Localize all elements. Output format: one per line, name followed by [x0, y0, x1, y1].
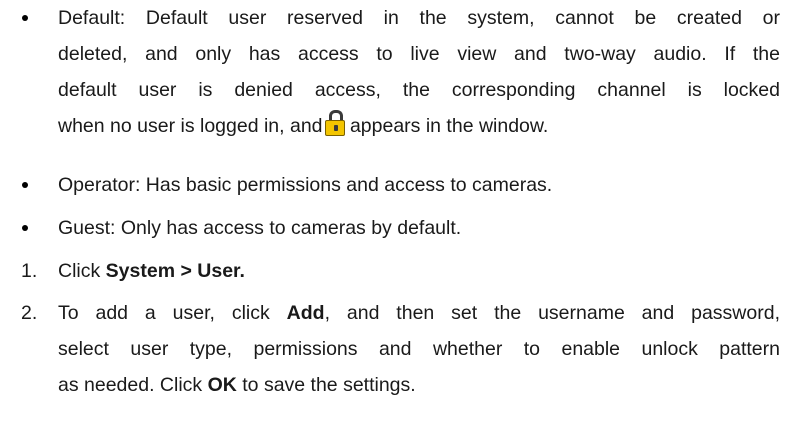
text-line: when no user is logged in, and appears i…	[58, 108, 780, 144]
list-item-text: Guest: Only has access to cameras by def…	[58, 217, 462, 239]
text-line: Default: Default user reserved in the sy…	[58, 7, 780, 29]
text-line: default user is denied access, the corre…	[58, 79, 780, 101]
text-line: as needed. Click OK to save the settings…	[58, 367, 780, 403]
add-button-ref: Add	[286, 302, 325, 324]
text-segment: as needed. Click	[58, 374, 208, 396]
text-line: To add a user, click Add, and then set t…	[58, 295, 780, 331]
text-segment: when no user is logged in, and	[58, 115, 323, 137]
text-line: select user type, permissions and whethe…	[58, 338, 780, 360]
bullet-dot	[22, 182, 28, 188]
step-text: To add a user, click Add, and then set t…	[58, 295, 780, 403]
list-item-text: Default: Default user reserved in the sy…	[58, 0, 780, 144]
text-segment: to save the settings.	[236, 374, 416, 396]
step-number: 1.	[21, 260, 38, 282]
lock-icon	[324, 110, 345, 136]
list-item-text: Operator: Has basic permissions and acce…	[58, 174, 553, 196]
text-segment: To add a user, click	[58, 302, 287, 324]
document-page: Default: Default user reserved in the sy…	[0, 0, 800, 433]
step-number: 2.	[21, 302, 38, 324]
text-segment: Click	[58, 260, 106, 282]
bullet-dot	[22, 15, 28, 21]
text-line: deleted, and only has access to live vie…	[58, 43, 780, 65]
step-text: Click System > User.	[58, 253, 780, 289]
text-segment: appears in the window.	[344, 115, 549, 137]
text-segment: , and then set the username and password…	[324, 302, 780, 324]
ok-button-ref: OK	[207, 374, 237, 396]
ui-path: System > User.	[105, 260, 245, 282]
bullet-dot	[22, 225, 28, 231]
